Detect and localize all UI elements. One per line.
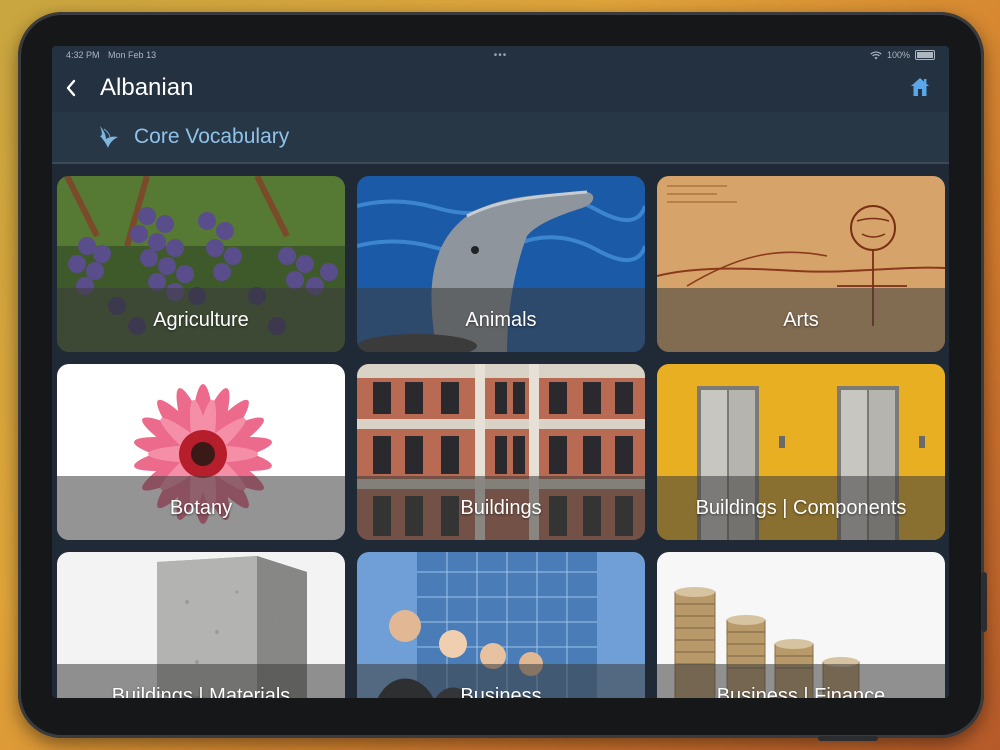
home-button[interactable] — [909, 76, 931, 98]
tile-label: Business | Finance — [716, 684, 886, 699]
home-icon — [911, 78, 929, 96]
category-tile-buildings-materials[interactable]: Buildings | Materials — [57, 552, 345, 698]
category-tile-business-finance[interactable]: Business | Finance — [657, 552, 945, 698]
power-button — [818, 736, 878, 741]
tile-label: Buildings — [460, 496, 542, 519]
tile-label-band: Buildings | Components — [657, 476, 945, 540]
tile-label: Botany — [169, 496, 233, 519]
tile-label-band: Buildings | Materials — [57, 664, 345, 698]
section-title: Core Vocabulary — [134, 125, 290, 148]
back-button[interactable] — [54, 64, 88, 112]
category-grid: Agriculture Animals Arts Botany Building… — [57, 176, 946, 698]
tile-label: Business — [460, 684, 542, 699]
multitasking-dots-icon[interactable]: ••• — [494, 50, 508, 61]
chevron-left-icon — [66, 79, 76, 97]
status-bar: 4:32 PM Mon Feb 13 ••• 100% — [52, 46, 949, 64]
tile-label: Buildings | Components — [695, 496, 907, 519]
category-tile-buildings-components[interactable]: Buildings | Components — [657, 364, 945, 540]
tile-label: Arts — [783, 308, 819, 331]
tile-label: Agriculture — [153, 308, 249, 331]
category-tile-agriculture[interactable]: Agriculture — [57, 176, 345, 352]
volume-button — [981, 572, 987, 632]
tile-label-band: Business | Finance — [657, 664, 945, 698]
category-tile-botany[interactable]: Botany — [57, 364, 345, 540]
tile-label-band: Agriculture — [57, 288, 345, 352]
status-right: 100% — [870, 50, 935, 60]
tile-label: Animals — [465, 308, 537, 331]
bird-icon — [100, 126, 118, 148]
battery-percent: 100% — [886, 50, 910, 60]
tile-label: Buildings | Materials — [111, 684, 291, 699]
page-title: Albanian — [100, 74, 194, 101]
tile-label-band: Botany — [57, 476, 345, 540]
navigation-bar: Albanian — [52, 64, 949, 112]
status-date: Mon Feb 13 — [108, 50, 157, 60]
status-time: 4:32 PM — [66, 50, 100, 60]
status-left: 4:32 PM Mon Feb 13 — [66, 50, 162, 60]
tile-label-band: Animals — [357, 288, 645, 352]
tile-label-band: Buildings — [357, 476, 645, 540]
category-tile-business[interactable]: Business — [357, 552, 645, 698]
category-tile-animals[interactable]: Animals — [357, 176, 645, 352]
section-header: Core Vocabulary — [52, 112, 949, 164]
tile-label-band: Business — [357, 664, 645, 698]
app-screen: 4:32 PM Mon Feb 13 ••• 100% Albanian Cor… — [52, 46, 949, 698]
tile-label-band: Arts — [657, 288, 945, 352]
category-tile-buildings[interactable]: Buildings — [357, 364, 645, 540]
battery-icon — [915, 50, 935, 60]
wifi-icon — [870, 50, 882, 59]
category-tile-arts[interactable]: Arts — [657, 176, 945, 352]
